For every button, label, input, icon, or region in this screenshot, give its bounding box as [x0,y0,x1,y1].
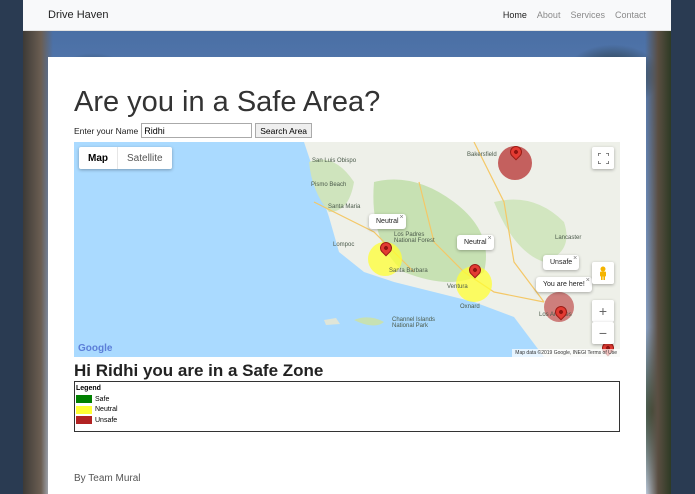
search-area-button[interactable]: Search Area [255,123,313,138]
place-label: Oxnard [460,304,480,310]
place-label: Bakersfield [467,152,497,158]
pegman-icon[interactable] [592,262,614,284]
legend-swatch [76,395,92,404]
main-card: Are you in a Safe Area? Enter your Name … [48,57,646,494]
nav-links: Home About Services Contact [503,10,646,20]
place-label: Los Padres National Forest [394,232,435,244]
nav-contact[interactable]: Contact [615,10,646,20]
place-label: San Luis Obispo [312,158,357,164]
info-window: Unsafe × [543,255,580,270]
legend-title: Legend [76,385,101,392]
navbar: Drive Haven Home About Services Contact [23,0,671,31]
info-window-text: You are here! [543,281,585,288]
close-icon[interactable]: × [399,214,403,221]
info-window-text: Neutral [464,239,487,246]
zoom-out-button[interactable]: − [592,322,614,344]
info-window-text: Unsafe [550,259,573,266]
map-type-control: Map Satellite [79,147,172,169]
legend-label: Neutral [95,406,118,414]
legend-item-safe: Safe [76,394,618,405]
fullscreen-glyph [597,152,609,164]
close-icon[interactable]: × [586,277,590,284]
map-type-map-button[interactable]: Map [79,147,117,169]
legend-item-unsafe: Unsafe [76,415,618,426]
pegman-glyph [600,266,606,280]
close-icon[interactable]: × [573,255,577,262]
legend-swatch [76,416,92,425]
map-attribution[interactable]: Map data ©2019 Google, INEGI Terms of Us… [512,349,620,357]
legend-label: Unsafe [95,416,118,424]
nav-about[interactable]: About [537,10,561,20]
brand-link[interactable]: Drive Haven [48,9,109,21]
map[interactable]: San Luis Obispo Pismo Beach Santa Maria … [74,142,620,357]
map-land [304,142,620,357]
page-title: Are you in a Safe Area? [74,86,381,118]
search-form: Enter your Name Search Area [74,123,313,138]
palm-tree-right [645,31,671,494]
footer-text: By Team Mural [74,473,141,484]
name-label: Enter your Name [74,125,139,136]
place-label: Santa Maria [328,204,361,210]
info-window: Neutral × [457,235,494,250]
place-label: Channel Islands National Park [392,317,436,329]
map-type-satellite-button[interactable]: Satellite [117,147,172,169]
nav-home[interactable]: Home [503,10,527,20]
legend: Legend Safe Neutral Unsafe [74,381,620,432]
place-label: Lompoc [333,242,355,248]
close-icon[interactable]: × [487,235,491,242]
legend-label: Safe [95,395,110,403]
info-window-text: Neutral [376,218,399,225]
place-label: Ventura [447,284,468,290]
place-label: Santa Barbara [389,268,428,274]
google-logo: Google [78,343,113,354]
legend-item-neutral: Neutral [76,405,618,416]
name-input[interactable] [141,123,253,138]
fullscreen-icon[interactable] [592,147,614,169]
result-message: Hi Ridhi you are in a Safe Zone [74,361,324,380]
info-window: Neutral × [369,214,406,229]
info-window: You are here! × [536,277,592,292]
place-label: Pismo Beach [311,182,347,188]
place-label: Lancaster [555,235,582,241]
nav-services[interactable]: Services [570,10,605,20]
zoom-in-button[interactable]: + [592,300,614,322]
legend-swatch [76,405,92,414]
